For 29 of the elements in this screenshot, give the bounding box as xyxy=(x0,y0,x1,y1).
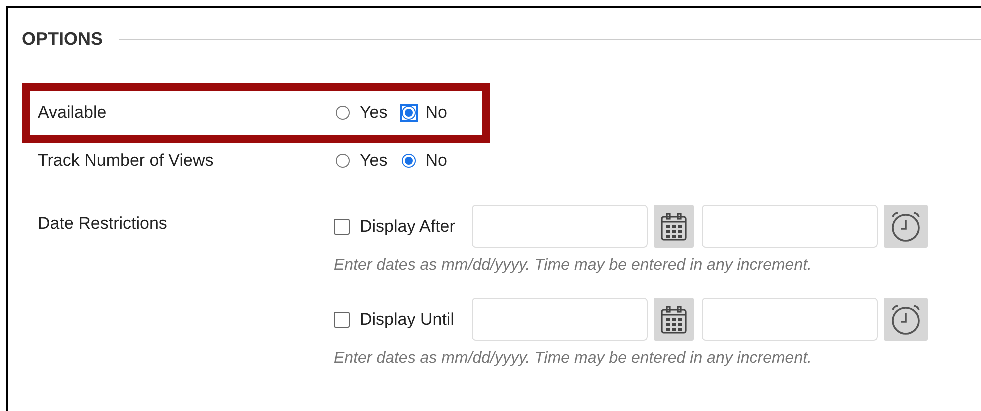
hint-text: Enter dates as mm/dd/yyyy. Time may be entered in any increment. xyxy=(334,256,813,276)
radio-button[interactable] xyxy=(400,104,418,122)
time-field[interactable] xyxy=(702,298,878,341)
radio-label: No xyxy=(426,102,448,124)
radio-label: Yes xyxy=(360,150,388,172)
date-field[interactable] xyxy=(472,205,648,248)
radio-button[interactable] xyxy=(334,104,352,122)
section-title: OPTIONS xyxy=(22,28,104,51)
radio-button[interactable] xyxy=(334,152,352,170)
field-label: Available xyxy=(38,102,108,124)
field-label: Track Number of Views xyxy=(38,150,215,172)
calendar-button[interactable] xyxy=(654,298,694,341)
checkbox-label: Display Until xyxy=(360,308,456,331)
radio-label: No xyxy=(426,150,448,172)
clock-button[interactable] xyxy=(884,298,928,341)
time-field[interactable] xyxy=(702,205,878,248)
calendar-button[interactable] xyxy=(654,205,694,248)
radio-label: Yes xyxy=(360,102,388,124)
clock-icon xyxy=(889,302,923,336)
clock-icon xyxy=(889,210,923,244)
clock-button[interactable] xyxy=(884,205,928,248)
date-field[interactable] xyxy=(472,298,648,341)
calendar-icon xyxy=(660,304,688,334)
field-label: Date Restrictions xyxy=(38,213,168,235)
calendar-icon xyxy=(660,212,688,242)
checkbox-label: Display After xyxy=(360,216,456,238)
hint-text: Enter dates as mm/dd/yyyy. Time may be entered in any increment. xyxy=(334,349,813,369)
checkbox[interactable] xyxy=(334,312,350,328)
checkbox[interactable] xyxy=(334,218,350,234)
